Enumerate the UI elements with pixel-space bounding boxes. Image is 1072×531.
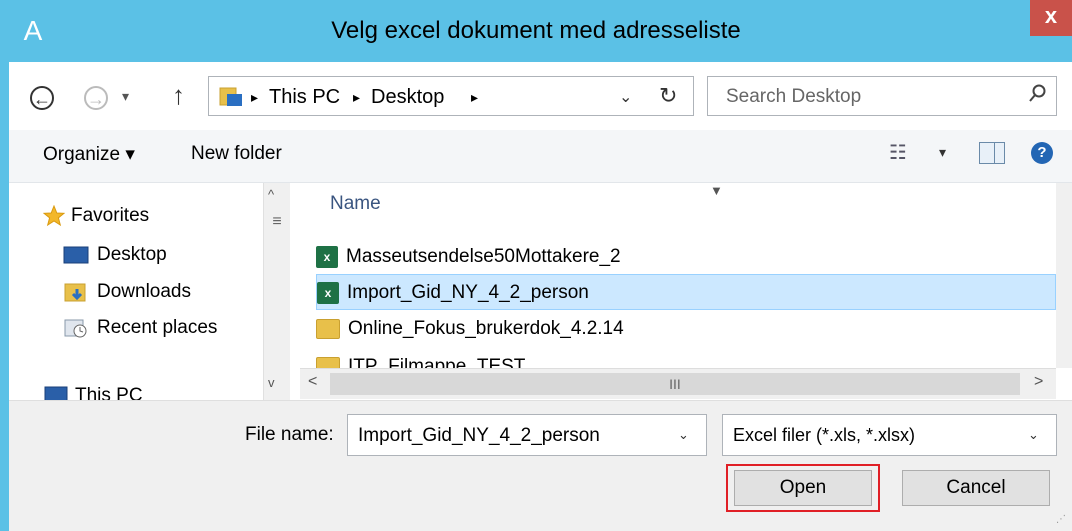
breadcrumb-this-pc[interactable]: This PC	[269, 85, 340, 109]
file-name: Import_Gid_NY_4_2_person	[347, 282, 589, 303]
folder-icon	[316, 318, 340, 339]
file-list: ▼ Name x Masseutsendelse50Mottakere_2 x Im…	[300, 183, 1056, 368]
star-icon	[42, 204, 66, 227]
resize-grip-icon[interactable]: ⋰	[1056, 514, 1066, 525]
title-bar: A Velg excel dokument med adresseliste x	[0, 0, 1072, 62]
file-open-dialog: A Velg excel dokument med adresseliste x…	[0, 0, 1072, 531]
file-name-dropdown-icon[interactable]: ⌄	[678, 427, 689, 443]
sort-indicator-icon: ▼	[710, 183, 723, 198]
close-button[interactable]: x	[1030, 0, 1072, 36]
nav-item-downloads[interactable]: Downloads	[63, 277, 191, 307]
scroll-thumb[interactable]: ≡	[268, 213, 286, 231]
folder-location-icon	[219, 85, 243, 107]
breadcrumb-desktop[interactable]: Desktop	[371, 85, 444, 109]
file-name-label: File name:	[245, 424, 334, 445]
breadcrumb-separator: ▸	[353, 89, 361, 105]
address-bar[interactable]: ▸ This PC ▸ Desktop ▸ ⌄ ↻	[208, 76, 694, 116]
toolbar: Organize ▾ New folder ☷ ▾ ?	[9, 130, 1072, 183]
nav-item-desktop[interactable]: Desktop	[63, 240, 167, 270]
forward-button[interactable]: →	[84, 86, 108, 110]
breadcrumb-separator[interactable]: ▸	[471, 85, 478, 109]
view-options-dropdown[interactable]: ▾	[939, 144, 946, 161]
address-dropdown-icon[interactable]: ⌄	[619, 87, 632, 107]
scroll-left-arrow[interactable]: <	[308, 373, 317, 391]
folder-icon	[316, 356, 340, 368]
column-header-name[interactable]: Name	[330, 193, 381, 215]
refresh-icon[interactable]: ↻	[659, 83, 677, 109]
nav-item-recent-places[interactable]: Recent places	[63, 313, 217, 343]
file-list-vertical-scrollbar[interactable]	[1056, 183, 1072, 368]
search-icon[interactable]	[1028, 83, 1048, 109]
breadcrumb-separator: ▸	[251, 89, 259, 105]
preview-pane-icon[interactable]	[979, 142, 1005, 164]
search-placeholder: Search Desktop	[726, 86, 862, 107]
excel-file-icon: x	[317, 281, 339, 304]
new-folder-button[interactable]: New folder	[191, 143, 282, 165]
recent-locations-dropdown[interactable]: ▾	[122, 88, 129, 105]
file-name: Masseutsendelse50Mottakere_2	[346, 246, 621, 267]
back-button[interactable]: ←	[30, 86, 54, 110]
help-icon[interactable]: ?	[1031, 142, 1053, 164]
file-name-value: Import_Gid_NY_4_2_person	[358, 425, 600, 446]
file-type-dropdown-icon[interactable]: ⌄	[1028, 427, 1039, 443]
file-name: ITP_Filmappe_TEST	[348, 356, 526, 368]
file-row-selected[interactable]: x Import_Gid_NY_4_2_person	[316, 274, 1056, 310]
window-title: Velg excel dokument med adresseliste	[331, 17, 741, 44]
downloads-icon	[64, 283, 86, 302]
file-name-input[interactable]: Import_Gid_NY_4_2_person ⌄	[347, 414, 707, 456]
horizontal-scroll-thumb[interactable]: III	[330, 373, 1020, 395]
nav-item-label: This PC	[75, 385, 143, 400]
recent-places-icon	[64, 319, 87, 338]
navigation-pane: Favorites Desktop Downloads Recent place…	[9, 183, 263, 400]
excel-file-icon: x	[316, 245, 338, 268]
nav-item-label: Downloads	[97, 281, 191, 302]
change-view-icon[interactable]: ☷	[889, 140, 907, 165]
nav-item-this-pc[interactable]: This PC	[43, 381, 143, 400]
nav-item-label: Recent places	[97, 317, 218, 338]
file-row[interactable]: x Masseutsendelse50Mottakere_2	[316, 239, 1056, 275]
file-list-horizontal-scrollbar[interactable]: < III >	[300, 368, 1056, 399]
organize-button[interactable]: Organize ▾	[43, 143, 135, 166]
file-name: Online_Fokus_brukerdok_4.2.14	[348, 318, 624, 339]
navigation-pane-scrollbar[interactable]: ^ ≡ v	[263, 183, 290, 400]
scroll-right-arrow[interactable]: >	[1034, 373, 1043, 391]
file-type-value: Excel filer (*.xls, *.xlsx)	[733, 425, 916, 445]
search-input[interactable]: Search Desktop	[707, 76, 1057, 116]
window-border-left	[0, 62, 9, 531]
up-button[interactable]: ↑	[172, 80, 185, 111]
file-row[interactable]: ITP_Filmappe_TEST	[316, 349, 1056, 368]
scroll-down-arrow[interactable]: v	[268, 375, 275, 390]
this-pc-icon	[44, 386, 68, 400]
cancel-button[interactable]: Cancel	[902, 470, 1050, 506]
nav-item-label: Favorites	[71, 205, 150, 226]
open-button[interactable]: Open	[734, 470, 872, 506]
nav-item-label: Desktop	[97, 244, 167, 265]
scroll-up-arrow[interactable]: ^	[268, 187, 274, 202]
file-type-select[interactable]: Excel filer (*.xls, *.xlsx) ⌄	[722, 414, 1057, 456]
desktop-icon	[63, 246, 89, 264]
file-row[interactable]: Online_Fokus_brukerdok_4.2.14	[316, 311, 1056, 347]
nav-item-favorites[interactable]: Favorites	[42, 201, 150, 231]
